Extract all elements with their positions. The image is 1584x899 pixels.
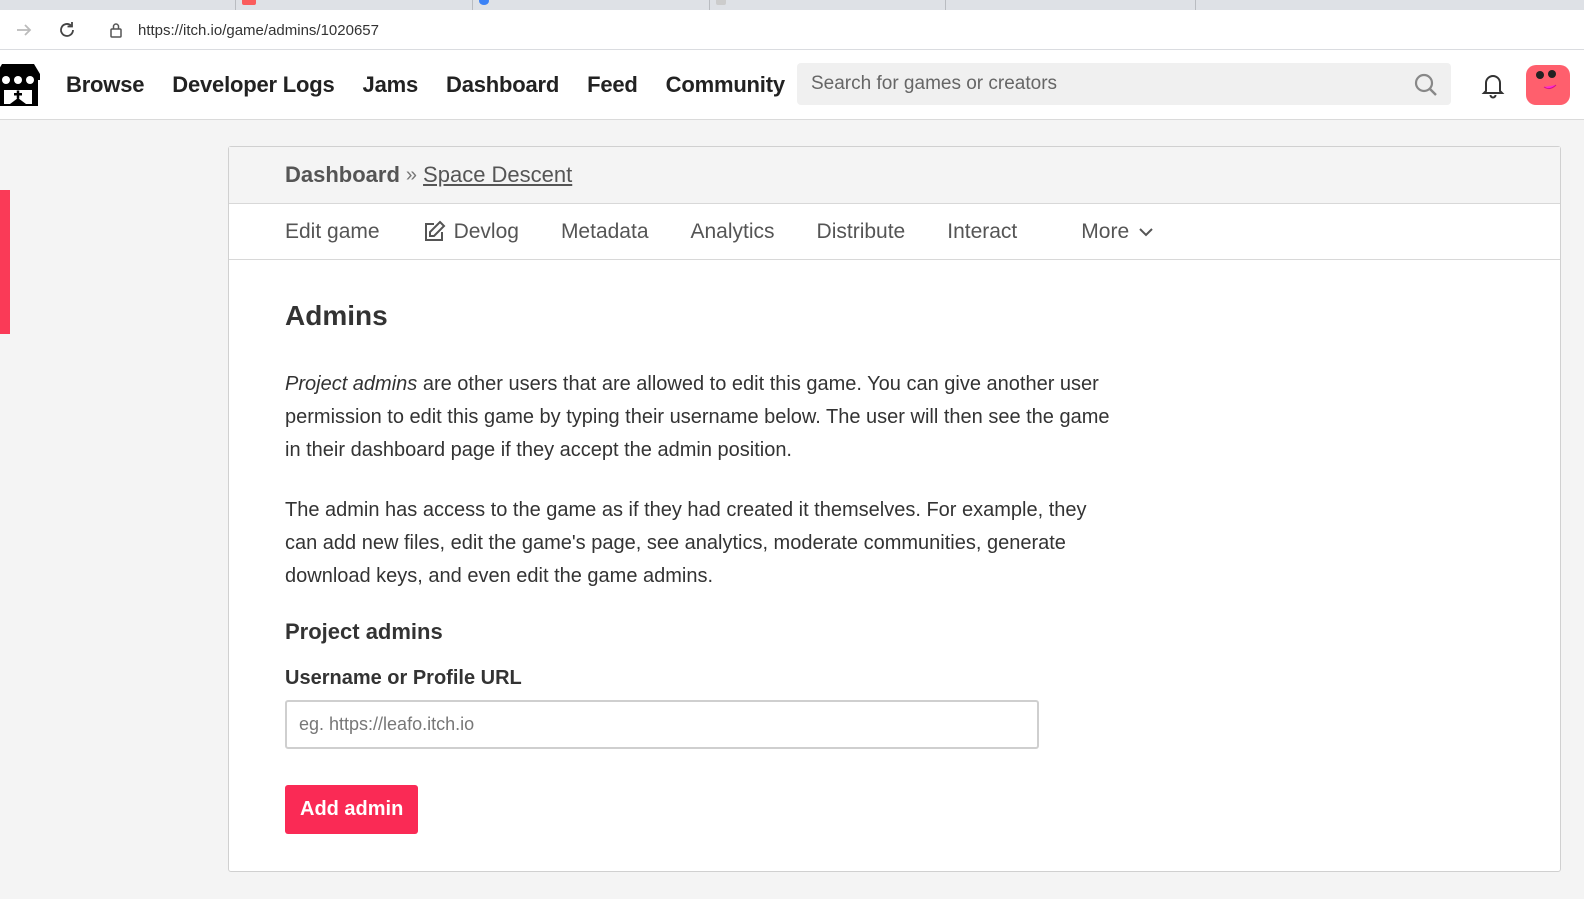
nav-community[interactable]: Community [666, 72, 785, 98]
breadcrumb-dashboard: Dashboard [285, 162, 400, 187]
tab-interact[interactable]: Interact [947, 220, 1017, 244]
tab-edit-game[interactable]: Edit game [285, 220, 380, 244]
url-text: https://itch.io/game/admins/1020657 [138, 21, 379, 39]
browser-tab[interactable] [946, 0, 1196, 10]
browser-tab[interactable] [0, 0, 256, 10]
intro-paragraph: Project admins are other users that are … [285, 368, 1115, 467]
tab-favicon [242, 0, 252, 5]
avatar[interactable] [1526, 65, 1570, 105]
breadcrumb-separator: » [405, 163, 418, 186]
breadcrumb: Dashboard » Space Descent [229, 147, 1560, 204]
page-title: Admins [285, 300, 388, 331]
reload-icon [60, 22, 74, 37]
itchio-logo-icon[interactable] [0, 60, 40, 110]
username-field-label: Username or Profile URL [285, 667, 522, 689]
search-icon[interactable] [1413, 72, 1439, 98]
tab-label: Interact [947, 219, 1018, 243]
tab-distribute[interactable]: Distribute [817, 220, 906, 244]
add-admin-button[interactable]: Add admin [285, 785, 419, 834]
admins-section: Admins Project admins are other users th… [229, 300, 1560, 834]
bell-icon[interactable] [1478, 70, 1508, 100]
lock-icon [108, 22, 124, 38]
nav-developer-logs[interactable]: Developer Logs [172, 72, 334, 98]
tab-favicon [479, 0, 489, 5]
tab-label: More [1081, 219, 1130, 243]
tab-favicon [716, 0, 726, 5]
tab-analytics[interactable]: Analytics [691, 220, 775, 244]
nav-feed[interactable]: Feed [587, 72, 638, 98]
tab-label: Metadata [560, 219, 649, 243]
search-box [797, 63, 1451, 105]
site-header: Browse Developer Logs Jams Dashboard Fee… [0, 50, 1584, 120]
chevron-down-icon [1137, 223, 1155, 241]
tab-devlog[interactable]: Devlog [422, 220, 519, 244]
tab-label: Distribute [816, 219, 906, 243]
main-nav: Browse Developer Logs Jams Dashboard Fee… [66, 50, 813, 120]
forward-button[interactable] [12, 18, 36, 42]
game-subnav: Edit game Devlog Metadata Analytics Dist… [229, 204, 1560, 260]
browser-tab[interactable] [236, 0, 473, 10]
browser-tab[interactable] [710, 0, 946, 10]
browser-tab-strip [0, 0, 1584, 10]
username-input[interactable] [285, 700, 1039, 749]
content-panel: Dashboard » Space Descent Edit game Devl… [228, 146, 1561, 872]
intro-emphasis: Project admins [285, 373, 418, 395]
nav-dashboard[interactable]: Dashboard [446, 72, 559, 98]
browser-address-bar: https://itch.io/game/admins/1020657 [0, 10, 1584, 50]
tab-metadata[interactable]: Metadata [561, 220, 649, 244]
tab-more[interactable]: More [1081, 220, 1155, 244]
nav-browse[interactable]: Browse [66, 72, 144, 98]
project-admins-heading: Project admins [285, 619, 443, 644]
tab-label: Edit game [285, 219, 380, 243]
edit-icon [422, 220, 446, 244]
reload-button[interactable] [55, 18, 79, 42]
url-field[interactable]: https://itch.io/game/admins/1020657 [94, 15, 1584, 45]
arrow-right-icon [17, 24, 32, 36]
breadcrumb-game-link[interactable]: Space Descent [423, 162, 572, 188]
browser-tab[interactable] [473, 0, 710, 10]
tab-label: Analytics [690, 219, 775, 243]
access-paragraph: The admin has access to the game as if t… [285, 499, 1087, 587]
nav-jams[interactable]: Jams [363, 72, 419, 98]
tab-label: Devlog [453, 219, 519, 243]
side-accent-bar [0, 190, 10, 334]
search-input[interactable] [811, 73, 1391, 95]
